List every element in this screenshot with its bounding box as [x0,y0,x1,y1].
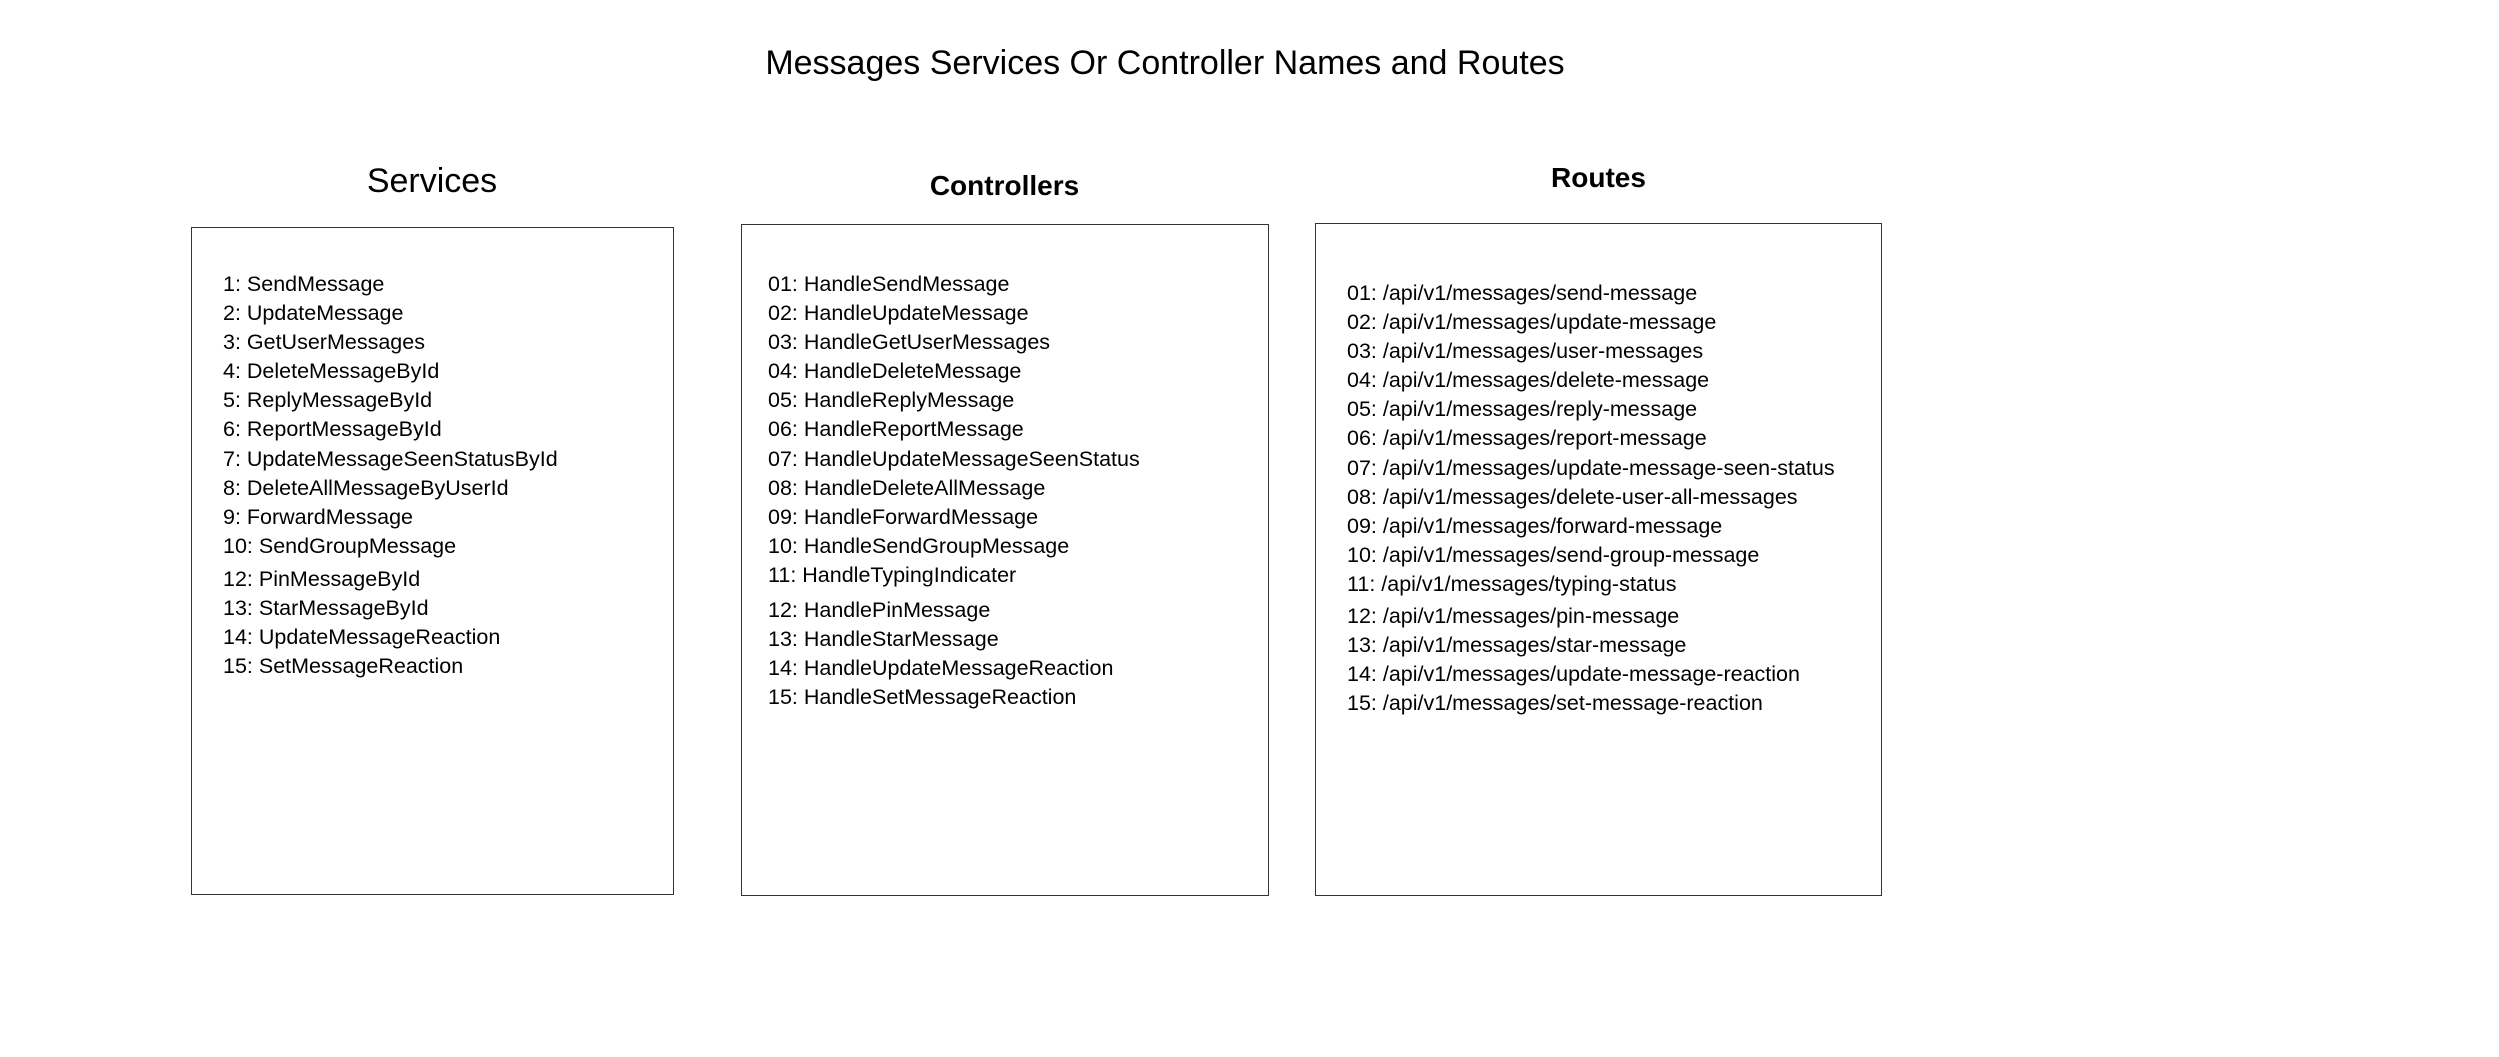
list-item: 04: /api/v1/messages/delete-message [1347,368,1710,392]
list-item: 08: HandleDeleteAllMessage [768,476,1046,500]
list-item: 15: SetMessageReaction [223,654,464,678]
list-item: 1: SendMessage [223,272,385,296]
list-item: 04: HandleDeleteMessage [768,359,1022,383]
list-item: 10: HandleSendGroupMessage [768,534,1070,558]
list-item: 13: /api/v1/messages/star-message [1347,633,1687,657]
list-item: 02: /api/v1/messages/update-message [1347,310,1717,334]
list-item: 12: PinMessageById [223,567,421,591]
list-item: 8: DeleteAllMessageByUserId [223,476,509,500]
list-item: 02: HandleUpdateMessage [768,301,1029,325]
routes-box: 01: /api/v1/messages/send-message 02: /a… [1315,223,1882,896]
list-item: 11: HandleTypingIndicater [768,563,1017,587]
list-item: 7: UpdateMessageSeenStatusById [223,447,558,471]
list-item: 09: HandleForwardMessage [768,505,1039,529]
list-item: 9: ForwardMessage [223,505,413,529]
list-item: 08: /api/v1/messages/delete-user-all-mes… [1347,485,1798,509]
list-item: 06: /api/v1/messages/report-message [1347,426,1707,450]
list-item: 10: SendGroupMessage [223,534,457,558]
controllers-box: 01: HandleSendMessage 02: HandleUpdateMe… [741,224,1269,896]
list-item: 03: /api/v1/messages/user-messages [1347,339,1704,363]
list-item: 13: HandleStarMessage [768,627,999,651]
list-item: 14: /api/v1/messages/update-message-reac… [1347,662,1800,686]
list-item: 2: UpdateMessage [223,301,404,325]
list-item: 3: GetUserMessages [223,330,425,354]
list-item: 15: HandleSetMessageReaction [768,685,1077,709]
list-item: 09: /api/v1/messages/forward-message [1347,514,1723,538]
list-item: 4: DeleteMessageById [223,359,440,383]
list-item: 05: /api/v1/messages/reply-message [1347,397,1698,421]
list-item: 5: ReplyMessageById [223,388,433,412]
list-item: 01: HandleSendMessage [768,272,1010,296]
list-item: 15: /api/v1/messages/set-message-reactio… [1347,691,1763,715]
list-item: 03: HandleGetUserMessages [768,330,1051,354]
controllers-heading: Controllers [929,170,1080,201]
page-title: Messages Services Or Controller Names an… [765,44,1565,82]
list-item: 14: HandleUpdateMessageReaction [768,656,1114,680]
list-item: 07: HandleUpdateMessageSeenStatus [768,447,1140,471]
list-item: 12: HandlePinMessage [768,598,991,622]
services-heading: Services [366,162,498,200]
list-item: 10: /api/v1/messages/send-group-message [1347,543,1760,567]
list-item: 07: /api/v1/messages/update-message-seen… [1347,456,1835,480]
list-item: 11: /api/v1/messages/typing-status [1347,572,1677,596]
list-item: 12: /api/v1/messages/pin-message [1347,604,1680,628]
list-item: 6: ReportMessageById [223,417,442,441]
list-item: 14: UpdateMessageReaction [223,625,501,649]
list-item: 13: StarMessageById [223,596,429,620]
routes-heading: Routes [1551,162,1646,193]
list-item: 01: /api/v1/messages/send-message [1347,281,1698,305]
list-item: 06: HandleReportMessage [768,417,1024,441]
services-box: 1: SendMessage 2: UpdateMessage 3: GetUs… [191,227,674,895]
list-item: 05: HandleReplyMessage [768,388,1015,412]
